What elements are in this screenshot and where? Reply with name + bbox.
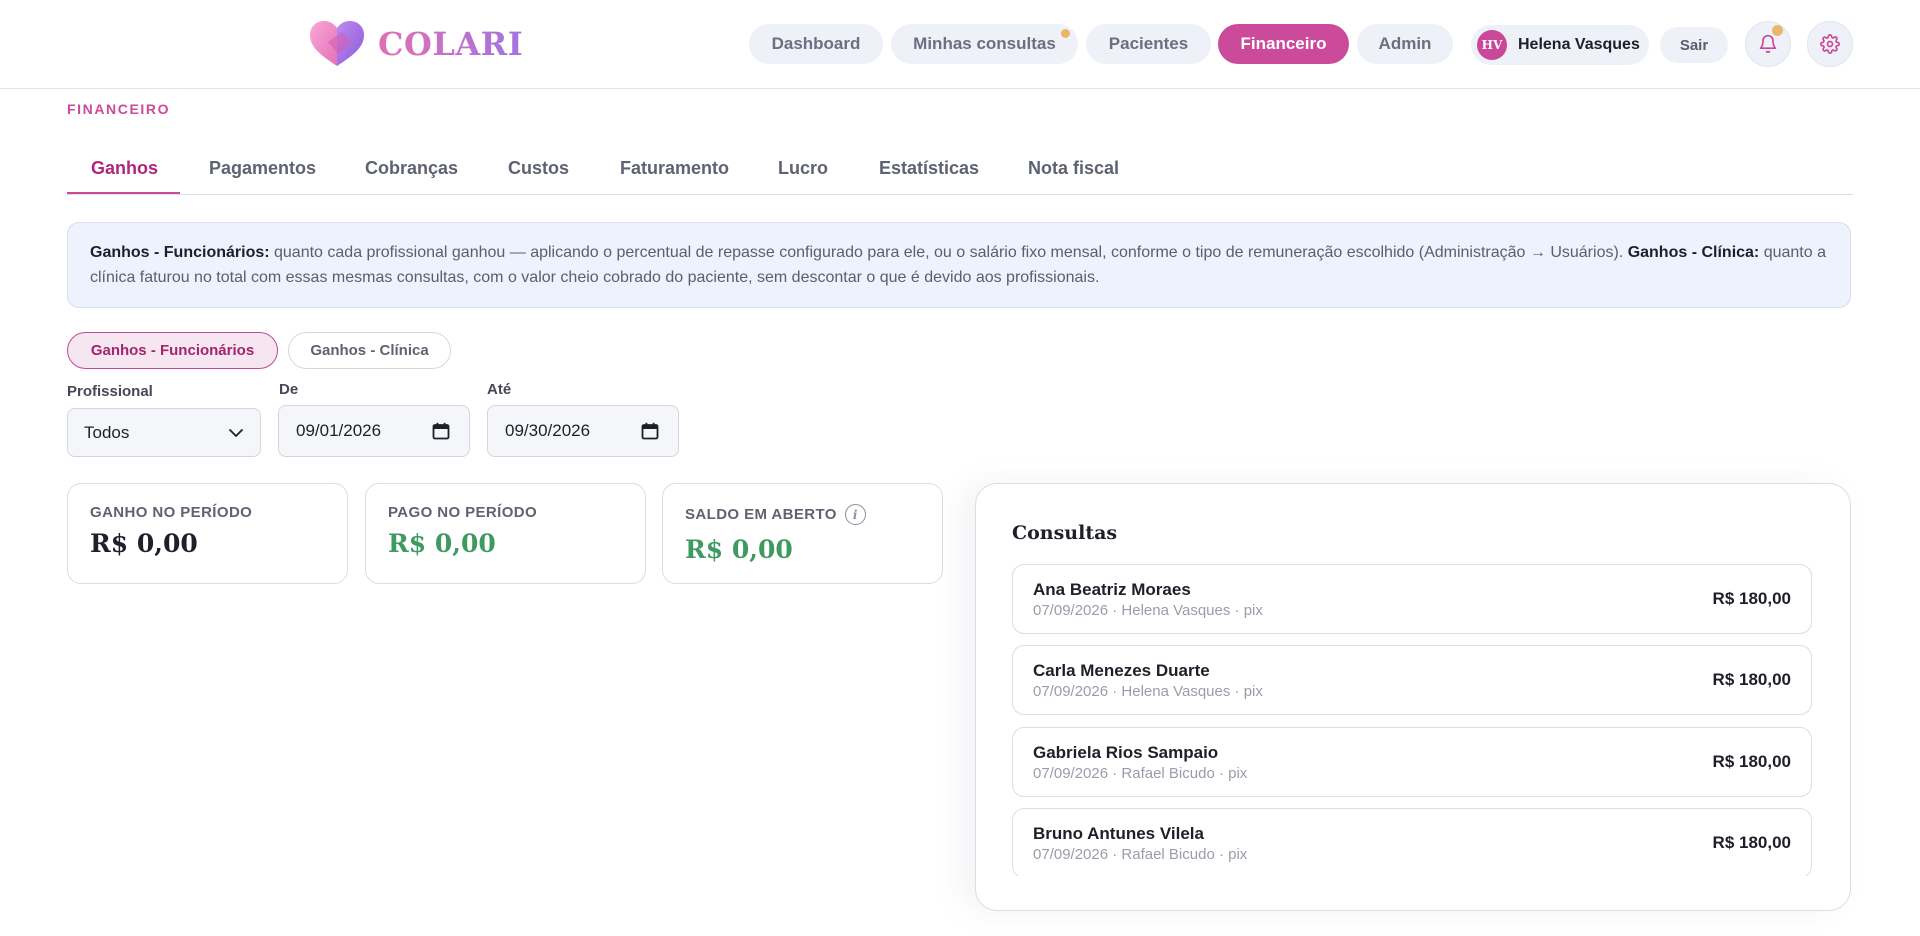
- nav-pacientes[interactable]: Pacientes: [1086, 24, 1211, 64]
- patient-name: Gabriela Rios Sampaio: [1033, 743, 1219, 762]
- list-item[interactable]: Ana Beatriz Moraes 07/09/2026 · Helena V…: [1012, 564, 1812, 634]
- info-text-funcionarios: quanto cada profissional ganhou — aplica…: [269, 244, 1628, 261]
- toggle-ganhos-funcionarios[interactable]: Ganhos - Funcionários: [67, 332, 278, 369]
- stat-card-saldo: SALDO EM ABERTO i R$ 0,00: [662, 483, 943, 584]
- user-menu[interactable]: HV Helena Vasques: [1471, 25, 1649, 65]
- notifications-button[interactable]: [1745, 21, 1791, 67]
- ganho-label: GANHO NO PERÍODO: [90, 504, 253, 521]
- saldo-label-row: SALDO EM ABERTO i: [685, 504, 920, 525]
- logout-button[interactable]: Sair: [1660, 27, 1728, 63]
- consultas-panel: Consultas Ana Beatriz Moraes 07/09/2026 …: [975, 483, 1851, 911]
- consulta-value: R$ 180,00: [1712, 670, 1791, 689]
- consulta-value: R$ 180,00: [1712, 833, 1791, 852]
- list-item[interactable]: Gabriela Rios Sampaio 07/09/2026 · Rafae…: [1012, 727, 1812, 797]
- calendar-icon[interactable]: [641, 422, 659, 440]
- bell-icon: [1759, 34, 1777, 54]
- user-name: Helena Vasques: [1518, 36, 1640, 53]
- nav-admin[interactable]: Admin: [1357, 24, 1453, 64]
- info-title-funcionarios: Ganhos - Funcionários:: [90, 244, 270, 261]
- de-label: De: [279, 381, 299, 398]
- stat-card-pago: PAGO NO PERÍODO R$ 0,00: [365, 483, 646, 584]
- section-label: FINANCEIRO: [67, 101, 171, 117]
- nav-minhas-consultas-label: Minhas consultas: [913, 34, 1056, 53]
- list-item[interactable]: Carla Menezes Duarte 07/09/2026 · Helena…: [1012, 645, 1812, 715]
- notification-dot: [1772, 25, 1783, 36]
- de-date-value: 09/01/2026: [296, 421, 382, 440]
- profissional-select[interactable]: Todos: [67, 408, 261, 457]
- top-bar: COLARI Dashboard Minhas consultas Pacien…: [0, 0, 1920, 89]
- consulta-meta: 07/09/2026 · Helena Vasques · pix: [1033, 602, 1263, 619]
- gear-icon: [1820, 34, 1840, 54]
- info-title-clinica: Ganhos - Clínica:: [1627, 244, 1760, 261]
- info-icon[interactable]: i: [844, 504, 866, 525]
- pago-label: PAGO NO PERÍODO: [388, 504, 538, 521]
- patient-name: Ana Beatriz Moraes: [1033, 580, 1191, 599]
- profissional-label: Profissional: [67, 383, 153, 400]
- saldo-value: R$ 0,00: [685, 535, 793, 564]
- consulta-value: R$ 180,00: [1712, 589, 1791, 608]
- chevron-down-icon: [229, 429, 243, 437]
- tab-nota-fiscal[interactable]: Nota fiscal: [1028, 158, 1119, 179]
- ate-date-value: 09/30/2026: [505, 421, 591, 440]
- de-date-input[interactable]: 09/01/2026: [278, 405, 470, 457]
- nav-financeiro[interactable]: Financeiro: [1218, 24, 1349, 64]
- consultas-title: Consultas: [1012, 522, 1118, 544]
- tab-custos[interactable]: Custos: [508, 158, 569, 179]
- consulta-meta: 07/09/2026 · Rafael Bicudo · pix: [1033, 765, 1248, 782]
- consulta-meta: 07/09/2026 · Rafael Bicudo · pix: [1033, 846, 1248, 863]
- profissional-select-value: Todos: [84, 422, 130, 442]
- notification-dot: [1061, 29, 1070, 38]
- tab-cobrancas[interactable]: Cobranças: [365, 158, 458, 179]
- patient-name: Bruno Antunes Vilela: [1033, 824, 1204, 843]
- nav-minhas-consultas[interactable]: Minhas consultas: [891, 24, 1078, 64]
- tab-pagamentos[interactable]: Pagamentos: [209, 158, 316, 179]
- info-box: Ganhos - Funcionários: quanto cada profi…: [67, 222, 1851, 308]
- pago-value: R$ 0,00: [388, 529, 496, 558]
- nav-dashboard[interactable]: Dashboard: [749, 24, 883, 64]
- stat-card-ganho: GANHO NO PERÍODO R$ 0,00: [67, 483, 348, 584]
- financeiro-tabs: Ganhos Pagamentos Cobranças Custos Fatur…: [67, 148, 1853, 195]
- consulta-value: R$ 180,00: [1712, 752, 1791, 771]
- consulta-meta: 07/09/2026 · Helena Vasques · pix: [1033, 683, 1263, 700]
- patient-name: Carla Menezes Duarte: [1033, 661, 1210, 680]
- tab-lucro[interactable]: Lucro: [778, 158, 828, 179]
- active-tab-indicator: [67, 192, 180, 194]
- tab-faturamento[interactable]: Faturamento: [620, 158, 729, 179]
- saldo-label: SALDO EM ABERTO: [685, 506, 837, 523]
- tab-ganhos[interactable]: Ganhos: [91, 158, 158, 179]
- toggle-ganhos-clinica[interactable]: Ganhos - Clínica: [288, 332, 451, 369]
- avatar: HV: [1477, 30, 1507, 60]
- consultas-list[interactable]: Ana Beatriz Moraes 07/09/2026 · Helena V…: [1012, 564, 1812, 876]
- ate-label: Até: [487, 381, 512, 398]
- ganho-value: R$ 0,00: [90, 529, 198, 558]
- ate-date-input[interactable]: 09/30/2026: [487, 405, 679, 457]
- list-item[interactable]: Bruno Antunes Vilela 07/09/2026 · Rafael…: [1012, 808, 1812, 876]
- tab-estatisticas[interactable]: Estatísticas: [879, 158, 979, 179]
- calendar-icon[interactable]: [432, 422, 450, 440]
- settings-button[interactable]: [1807, 21, 1853, 67]
